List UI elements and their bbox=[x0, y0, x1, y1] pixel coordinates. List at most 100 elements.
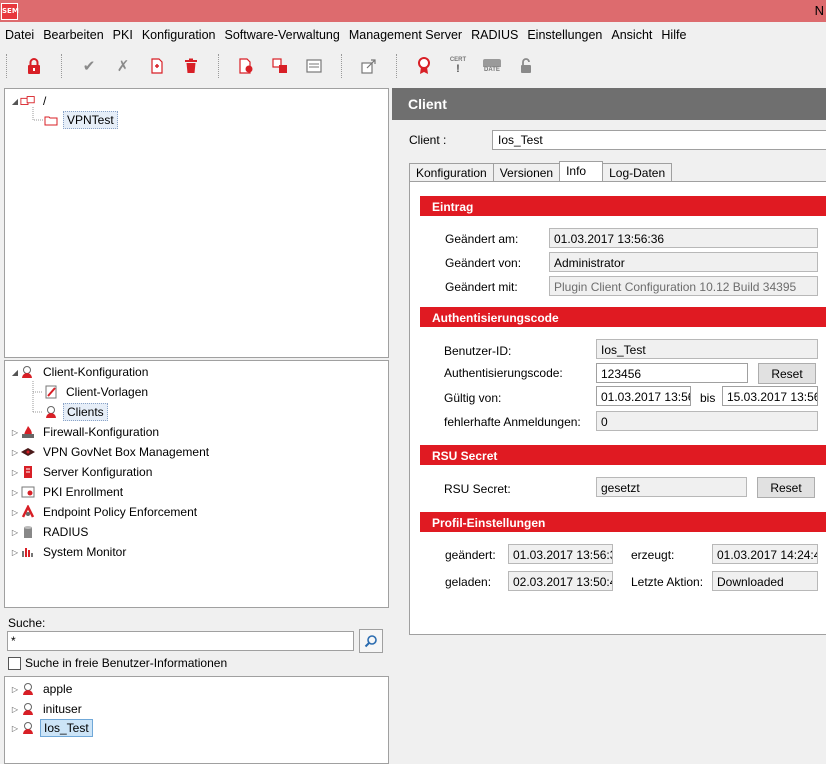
collapse-icon[interactable]: ◢ bbox=[10, 97, 20, 106]
tree-node-radius[interactable]: ▷ RADIUS bbox=[10, 523, 91, 541]
panel-icon[interactable] bbox=[302, 54, 326, 78]
list-item[interactable]: ▷ inituser bbox=[10, 700, 85, 718]
bar-chart-icon bbox=[20, 545, 36, 559]
transfer-icon[interactable] bbox=[268, 54, 292, 78]
endpoint-policy-icon bbox=[20, 505, 36, 519]
export-icon[interactable] bbox=[357, 54, 381, 78]
search-input[interactable]: * bbox=[7, 631, 354, 651]
database-icon bbox=[20, 525, 36, 539]
tree-node-firewall[interactable]: ▷ Firewall-Konfiguration bbox=[10, 423, 162, 441]
certificate-badge-icon[interactable] bbox=[412, 54, 436, 78]
new-document-icon[interactable] bbox=[145, 54, 169, 78]
reset-rsu-secret-button[interactable]: Reset bbox=[757, 477, 815, 498]
user-icon bbox=[43, 405, 59, 419]
changed-with-field: Plugin Client Configuration 10.12 Build … bbox=[549, 276, 818, 296]
user-icon bbox=[20, 721, 36, 735]
expand-icon[interactable]: ▷ bbox=[10, 528, 20, 537]
toolbar-separator bbox=[396, 54, 397, 78]
profile-changed-label: geändert: bbox=[445, 548, 496, 562]
expand-icon[interactable]: ▷ bbox=[10, 548, 20, 557]
menu-konfiguration[interactable]: Konfiguration bbox=[137, 28, 220, 42]
lock-icon[interactable] bbox=[22, 54, 46, 78]
tree-node-server-konfiguration[interactable]: ▷ Server Konfiguration bbox=[10, 463, 155, 481]
auth-code-label: Authentisierungscode: bbox=[444, 366, 563, 380]
folder-icon bbox=[43, 113, 59, 127]
profile-created-field: 01.03.2017 14:24:46 bbox=[712, 544, 818, 564]
section-authentisierungscode: Authentisierungscode bbox=[420, 307, 826, 327]
search-free-info-option[interactable]: Suche in freie Benutzer-Informationen bbox=[8, 656, 227, 670]
app-icon[interactable]: SEM bbox=[1, 3, 19, 20]
tree-node-vpntest[interactable]: VPNTest bbox=[43, 111, 118, 129]
tab-info[interactable]: Info bbox=[559, 161, 604, 182]
unlock-icon[interactable] bbox=[514, 54, 538, 78]
certificate-warning-icon[interactable]: CERT ! bbox=[446, 54, 470, 78]
list-item[interactable]: ▷ apple bbox=[10, 680, 75, 698]
expand-icon[interactable]: ▷ bbox=[10, 724, 20, 733]
user-icon bbox=[20, 682, 36, 696]
folder-tree-icon bbox=[20, 94, 36, 108]
tree-node-pki-enrollment[interactable]: ▷ PKI Enrollment bbox=[10, 483, 126, 501]
tree-label: Clients bbox=[63, 403, 108, 421]
tree-label: Firewall-Konfiguration bbox=[43, 425, 160, 439]
expand-icon[interactable]: ▷ bbox=[10, 448, 20, 457]
expand-icon[interactable]: ▷ bbox=[10, 685, 20, 694]
tree-label: Endpoint Policy Enforcement bbox=[43, 505, 198, 519]
tree-label: Client-Vorlagen bbox=[66, 385, 149, 399]
valid-from-field[interactable]: 01.03.2017 13:56: bbox=[596, 386, 691, 406]
search-label: Suche: bbox=[8, 616, 46, 630]
tab-konfiguration[interactable]: Konfiguration bbox=[409, 163, 494, 182]
valid-to-field[interactable]: 15.03.2017 13:56: bbox=[722, 386, 818, 406]
delete-icon[interactable] bbox=[179, 54, 203, 78]
auth-code-field[interactable]: 123456 bbox=[596, 363, 748, 383]
section-profil-einstellungen: Profil-Einstellungen bbox=[420, 512, 826, 532]
tree-node-endpoint-policy[interactable]: ▷ Endpoint Policy Enforcement bbox=[10, 503, 200, 521]
expand-icon[interactable]: ▷ bbox=[10, 488, 20, 497]
collapse-icon[interactable]: ◢ bbox=[10, 368, 20, 377]
search-free-info-checkbox[interactable] bbox=[8, 656, 21, 670]
menu-bar: Datei Bearbeiten PKI Konfiguration Softw… bbox=[0, 25, 826, 45]
tab-versionen[interactable]: Versionen bbox=[492, 163, 561, 182]
list-item-label: inituser bbox=[43, 702, 82, 716]
client-name-field[interactable]: Ios_Test bbox=[492, 130, 826, 150]
expand-icon[interactable]: ▷ bbox=[10, 508, 20, 517]
tree-node-system-monitor[interactable]: ▷ System Monitor bbox=[10, 543, 129, 561]
menu-bearbeiten[interactable]: Bearbeiten bbox=[38, 28, 107, 42]
check-icon[interactable]: ✔ bbox=[77, 54, 101, 78]
tab-log-daten[interactable]: Log-Daten bbox=[602, 163, 673, 182]
menu-datei[interactable]: Datei bbox=[0, 28, 38, 42]
domain-tree-panel: ◢ / VPNTest bbox=[4, 88, 389, 358]
user-icon bbox=[20, 702, 36, 716]
expand-icon[interactable]: ▷ bbox=[10, 428, 20, 437]
expand-icon[interactable]: ▷ bbox=[10, 468, 20, 477]
menu-hilfe[interactable]: Hilfe bbox=[656, 28, 690, 42]
toolbar-separator bbox=[61, 54, 62, 78]
list-item[interactable]: ▷ Ios_Test bbox=[10, 719, 93, 737]
calendar-icon bbox=[483, 58, 501, 67]
cancel-icon[interactable]: ✗ bbox=[111, 54, 135, 78]
menu-software-verwaltung[interactable]: Software-Verwaltung bbox=[219, 28, 343, 42]
tree-node-client-vorlagen[interactable]: Client-Vorlagen bbox=[43, 383, 151, 401]
date-text: DATE bbox=[484, 66, 500, 73]
user-config-icon bbox=[20, 365, 36, 379]
menu-ansicht[interactable]: Ansicht bbox=[606, 28, 656, 42]
tree-node-client-konfiguration[interactable]: ◢ Client-Konfiguration bbox=[10, 363, 151, 381]
profile-changed-field: 01.03.2017 13:56:36 bbox=[508, 544, 613, 564]
tree-node-vpn-govnet[interactable]: ▷ VPN GovNet Box Management bbox=[10, 443, 212, 461]
menu-management-server[interactable]: Management Server bbox=[344, 28, 466, 42]
date-icon[interactable]: DATE bbox=[480, 54, 504, 78]
firewall-icon bbox=[20, 425, 36, 439]
menu-pki[interactable]: PKI bbox=[108, 28, 137, 42]
tree-node-root[interactable]: ◢ / bbox=[10, 92, 49, 110]
window-title: N bbox=[814, 3, 824, 18]
menu-radius[interactable]: RADIUS bbox=[466, 28, 522, 42]
config-document-icon[interactable] bbox=[234, 54, 258, 78]
search-button[interactable] bbox=[359, 629, 383, 653]
client-label: Client : bbox=[409, 133, 447, 147]
menu-einstellungen[interactable]: Einstellungen bbox=[522, 28, 606, 42]
changed-by-field: Administrator bbox=[549, 252, 818, 272]
expand-icon[interactable]: ▷ bbox=[10, 705, 20, 714]
reset-auth-code-button[interactable]: Reset bbox=[758, 363, 816, 384]
rsu-secret-field: gesetzt bbox=[596, 477, 747, 497]
toolbar-separator bbox=[6, 54, 7, 78]
tree-node-clients[interactable]: Clients bbox=[43, 403, 108, 421]
